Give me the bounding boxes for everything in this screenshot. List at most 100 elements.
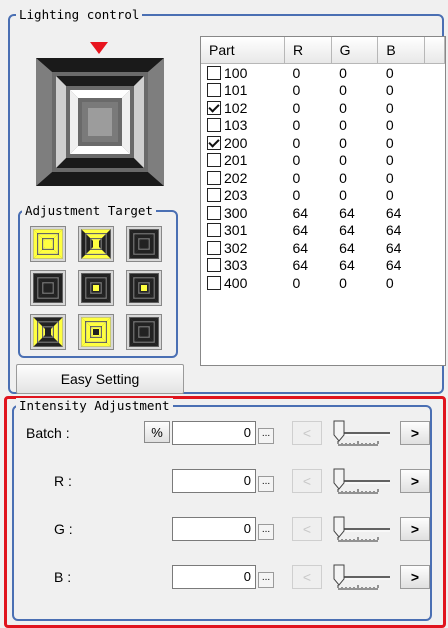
intensity-edit-button[interactable]: ... [258,524,274,540]
part-checkbox[interactable] [207,258,221,273]
column-header-filler [424,37,445,64]
table-row[interactable]: 400 0 0 0 [201,274,445,292]
cell-r: 0 [292,99,301,116]
part-checkbox[interactable] [207,83,221,98]
light-pattern-icon [129,273,159,303]
intensity-slider[interactable] [332,563,394,595]
adjustment-target-button[interactable] [30,226,66,262]
intensity-value-field[interactable]: 0 [172,421,256,445]
part-checkbox[interactable] [207,223,221,238]
light-ring-3-right [122,90,130,154]
table-row[interactable]: 201 0 0 0 [201,152,445,170]
adjustment-target-button[interactable] [126,314,162,350]
adjustment-target-button[interactable] [126,270,162,306]
increase-button[interactable]: > [400,565,430,589]
intensity-slider[interactable] [332,419,394,451]
percent-mode-button[interactable]: % [144,421,170,443]
adjustment-target-title: Adjustment Target [22,203,156,219]
table-row[interactable]: 103 0 0 0 [201,117,445,135]
table-row[interactable]: 300 64 64 64 [201,204,445,222]
increase-button[interactable]: > [400,517,430,541]
column-header-r[interactable]: R [284,37,332,64]
adjustment-target-button[interactable] [78,314,114,350]
part-id: 100 [224,64,248,81]
part-checkbox[interactable] [207,153,221,168]
part-checkbox[interactable] [207,100,221,115]
intensity-slider[interactable] [332,515,394,547]
adjustment-target-button[interactable] [78,270,114,306]
part-checkbox[interactable] [207,205,221,220]
intensity-edit-button[interactable]: ... [258,572,274,588]
cell-b: 0 [385,64,394,81]
easy-setting-button[interactable]: Easy Setting [16,364,184,394]
table-row[interactable]: 301 64 64 64 [201,222,445,240]
table-row[interactable]: 102 0 0 0 [201,99,445,117]
intensity-row: B : 0... < > [14,563,430,591]
slider-thumb [333,468,345,490]
cell-b: 0 [385,152,394,169]
cell-g: 0 [339,99,347,116]
cell-r: 0 [292,82,301,99]
part-id: 200 [224,134,248,151]
cell-g: 0 [339,187,347,204]
cell-b: 0 [385,134,394,151]
cell-b: 0 [385,82,394,99]
cell-r: 64 [292,204,309,221]
lighting-control-title: Lighting control [16,7,143,23]
decrease-button[interactable]: < [292,517,322,541]
part-id: 301 [224,222,248,239]
lighting-control-group: Lighting control Adjustment Target Part … [8,7,446,394]
lighting-diagram[interactable] [30,38,170,188]
part-checkbox[interactable] [207,170,221,185]
light-ring-outer-bottom [36,172,164,186]
part-checkbox[interactable] [207,275,221,290]
cell-b: 0 [385,117,394,134]
adjustment-target-button[interactable] [78,226,114,262]
light-ring-2-bottom [56,158,144,168]
decrease-button[interactable]: < [292,469,322,493]
part-checkbox[interactable] [207,240,221,255]
table-row[interactable]: 100 0 0 0 [201,64,445,82]
part-checkbox[interactable] [207,65,221,80]
cell-g: 64 [339,204,355,221]
light-ring-outer-right [148,58,164,186]
part-checkbox[interactable] [207,188,221,203]
cell-r: 0 [292,187,301,204]
cell-g: 0 [339,117,347,134]
light-ring-outer-top [36,58,164,72]
column-header-g[interactable]: G [331,37,379,64]
table-row[interactable]: 202 0 0 0 [201,169,445,187]
light-ring-3-left [70,90,78,154]
light-ring-3-bottom [70,146,130,154]
cell-b: 0 [385,169,394,186]
table-row[interactable]: 302 64 64 64 [201,239,445,257]
table-row[interactable]: 101 0 0 0 [201,82,445,100]
adjustment-target-button[interactable] [30,314,66,350]
column-header-part[interactable]: Part [201,37,285,64]
intensity-label: Batch : [26,425,70,441]
increase-button[interactable]: > [400,469,430,493]
adjustment-target-group: Adjustment Target [18,203,178,358]
decrease-button[interactable]: < [292,565,322,589]
adjustment-target-button[interactable] [30,270,66,306]
increase-button[interactable]: > [400,421,430,445]
part-checkbox[interactable] [207,118,221,133]
cell-g: 0 [339,64,347,81]
column-header-b[interactable]: B [377,37,425,64]
intensity-edit-button[interactable]: ... [258,428,274,444]
intensity-slider[interactable] [332,467,394,499]
intensity-value-field[interactable]: 0 [172,565,256,589]
decrease-button[interactable]: < [292,421,322,445]
light-ring-2-left [56,76,66,168]
table-row[interactable]: 303 64 64 64 [201,257,445,275]
part-checkbox[interactable] [207,135,221,150]
intensity-value-field[interactable]: 0 [172,469,256,493]
table-row[interactable]: 203 0 0 0 [201,187,445,205]
table-row[interactable]: 200 0 0 0 [201,134,445,152]
intensity-value-field[interactable]: 0 [172,517,256,541]
cell-g: 0 [339,274,347,291]
intensity-edit-button[interactable]: ... [258,476,274,492]
intensity-adjustment-title: Intensity Adjustment [16,398,173,414]
light-ring-2-top [56,76,144,86]
adjustment-target-button[interactable] [126,226,162,262]
